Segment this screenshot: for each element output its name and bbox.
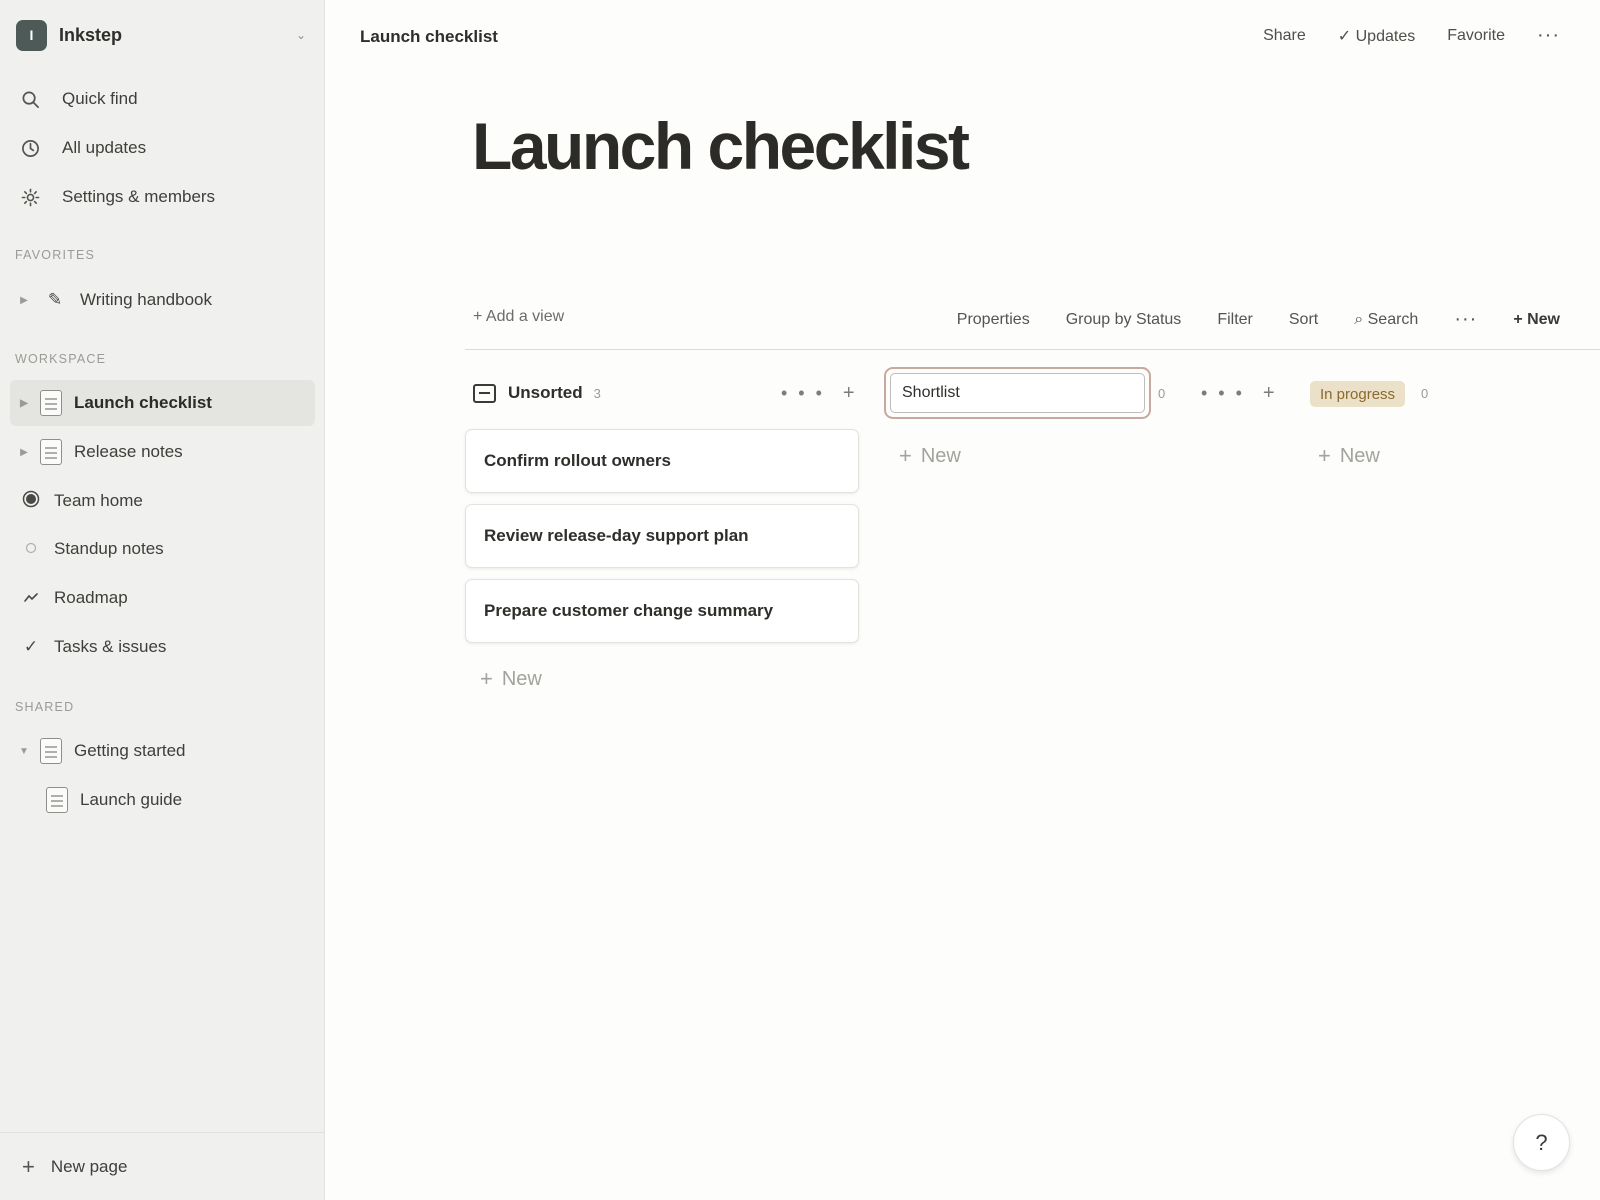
workspace-section-label: WORKSPACE [15, 352, 107, 366]
plus-icon: + [480, 666, 493, 691]
topbar: Launch checklist Share ✓ Updates Favorit… [325, 0, 1600, 76]
board-card[interactable]: Confirm rollout owners [465, 429, 859, 493]
more-options-icon[interactable]: ··· [1537, 24, 1560, 47]
sidebar-item-label: Launch guide [80, 790, 183, 809]
sort-button[interactable]: Sort [1289, 311, 1318, 329]
sidebar-item-label: Team home [54, 491, 143, 510]
new-label: New [501, 667, 542, 690]
page-icon [40, 439, 62, 465]
view-toolbar: + Add a view Properties Group by Status … [465, 298, 1600, 350]
nav-label: All updates [62, 138, 147, 157]
column-new-button-unsorted[interactable]: + New [480, 666, 542, 692]
nav-label: Settings & members [62, 187, 216, 206]
add-view-button[interactable]: + Add a view [473, 308, 564, 326]
column-header-shortlist: 0 [1158, 373, 1165, 413]
page-icon [40, 390, 62, 416]
plus-icon: + [22, 1153, 35, 1179]
breadcrumb[interactable]: Launch checklist [360, 27, 498, 47]
pencil-icon: ✎ [47, 290, 63, 309]
sidebar-item-label: Launch checklist [74, 393, 212, 412]
radio-icon [20, 490, 42, 513]
status-pill-in-progress[interactable]: In progress [1310, 381, 1406, 407]
favorite-button[interactable]: Favorite [1447, 27, 1505, 45]
expand-triangle-icon[interactable]: ▶ [18, 295, 30, 306]
new-label: New [1339, 444, 1380, 467]
column-new-button-shortlist[interactable]: + New [899, 443, 961, 469]
column-more-icon[interactable]: • • • [781, 383, 825, 404]
sidebar-item-label: Roadmap [54, 588, 128, 607]
sidebar-item-launch-guide[interactable]: Launch guide [36, 777, 315, 823]
column-add-icon[interactable]: + [1263, 382, 1275, 405]
nav-quick-find[interactable]: Quick find [10, 78, 315, 120]
workspace-name: Inkstep [59, 24, 123, 45]
help-button[interactable]: ? [1513, 1114, 1570, 1171]
column-count: 0 [1421, 385, 1429, 401]
column-title: Unsorted [508, 383, 583, 402]
search-button[interactable]: ⌕ Search [1354, 311, 1418, 329]
favorites-section-label: FAVORITES [15, 248, 96, 262]
column-add-icon[interactable]: + [843, 382, 855, 405]
column-header-unsorted: Unsorted 3 [473, 373, 601, 413]
sidebar-item-label: Tasks & issues [54, 637, 167, 656]
column-header-in-progress: 0 [1421, 373, 1428, 413]
search-icon [20, 90, 40, 109]
view-actions: Properties Group by Status Filter Sort ⌕… [957, 308, 1560, 331]
expand-triangle-icon[interactable]: ▶ [18, 447, 30, 458]
nav-settings-members[interactable]: Settings & members [10, 176, 315, 218]
sidebar-item-writing-handbook[interactable]: ▶ ✎ Writing handbook [10, 277, 315, 323]
expand-triangle-icon[interactable]: ▶ [18, 398, 30, 409]
chevron-down-icon: ⌄ [295, 28, 306, 42]
circle-icon [20, 539, 42, 559]
column-title-input[interactable] [890, 373, 1145, 413]
column-rename-focus-ring [884, 367, 1151, 419]
sidebar-item-getting-started[interactable]: ▼ Getting started [10, 728, 315, 774]
page-icon [46, 787, 68, 813]
sidebar: I Inkstep ⌄ Quick find All updates Setti… [0, 0, 325, 1200]
view-more-icon[interactable]: ··· [1454, 308, 1477, 331]
nav-all-updates[interactable]: All updates [10, 127, 315, 169]
properties-button[interactable]: Properties [957, 311, 1030, 329]
sidebar-item-roadmap[interactable]: Roadmap [10, 575, 315, 621]
clock-icon [20, 139, 40, 158]
gear-icon [20, 188, 40, 207]
sidebar-item-tasks-issues[interactable]: ✓ Tasks & issues [10, 624, 315, 670]
page-title[interactable]: Launch checklist [472, 108, 970, 184]
check-icon: ✓ [23, 637, 39, 656]
plus-icon: + [1318, 443, 1331, 468]
sidebar-item-label: Standup notes [54, 539, 164, 558]
sidebar-item-label: Release notes [74, 442, 183, 461]
board-column-icon [473, 383, 496, 403]
share-button[interactable]: Share [1263, 27, 1306, 45]
sidebar-item-standup-notes[interactable]: Standup notes [10, 526, 315, 572]
column-count: 3 [593, 385, 601, 401]
column-ops-unsorted: • • • + [781, 373, 855, 413]
workspace-logo: I [16, 19, 47, 51]
page-icon [40, 738, 62, 764]
route-icon [20, 588, 42, 608]
sidebar-item-release-notes[interactable]: ▶ Release notes [10, 429, 315, 475]
sidebar-item-label: Writing handbook [80, 290, 212, 309]
updates-button[interactable]: ✓ Updates [1338, 26, 1415, 46]
filter-button[interactable]: Filter [1217, 311, 1253, 329]
column-new-button-in-progress[interactable]: + New [1318, 443, 1380, 469]
new-item-button[interactable]: + New [1513, 311, 1560, 329]
new-label: New [920, 444, 961, 467]
collapse-triangle-icon[interactable]: ▼ [18, 746, 30, 757]
column-count: 0 [1158, 385, 1166, 401]
new-page-button[interactable]: + New page [0, 1132, 325, 1200]
board-card[interactable]: Prepare customer change summary [465, 579, 859, 643]
board-card[interactable]: Review release-day support plan [465, 504, 859, 568]
nav-label: Quick find [62, 89, 138, 108]
sidebar-item-launch-checklist[interactable]: ▶ Launch checklist [10, 380, 315, 426]
plus-icon: + [899, 443, 912, 468]
shared-section-label: SHARED [15, 700, 75, 714]
sidebar-item-team-home[interactable]: Team home [10, 478, 315, 524]
column-ops-shortlist: • • • + [1201, 373, 1275, 413]
workspace-switcher[interactable]: I Inkstep ⌄ [16, 18, 310, 52]
top-actions: Share ✓ Updates Favorite ··· [1263, 24, 1560, 47]
group-by-button[interactable]: Group by Status [1066, 311, 1182, 329]
sidebar-item-label: Getting started [74, 741, 186, 760]
column-more-icon[interactable]: • • • [1201, 383, 1245, 404]
new-page-label: New page [50, 1156, 128, 1176]
